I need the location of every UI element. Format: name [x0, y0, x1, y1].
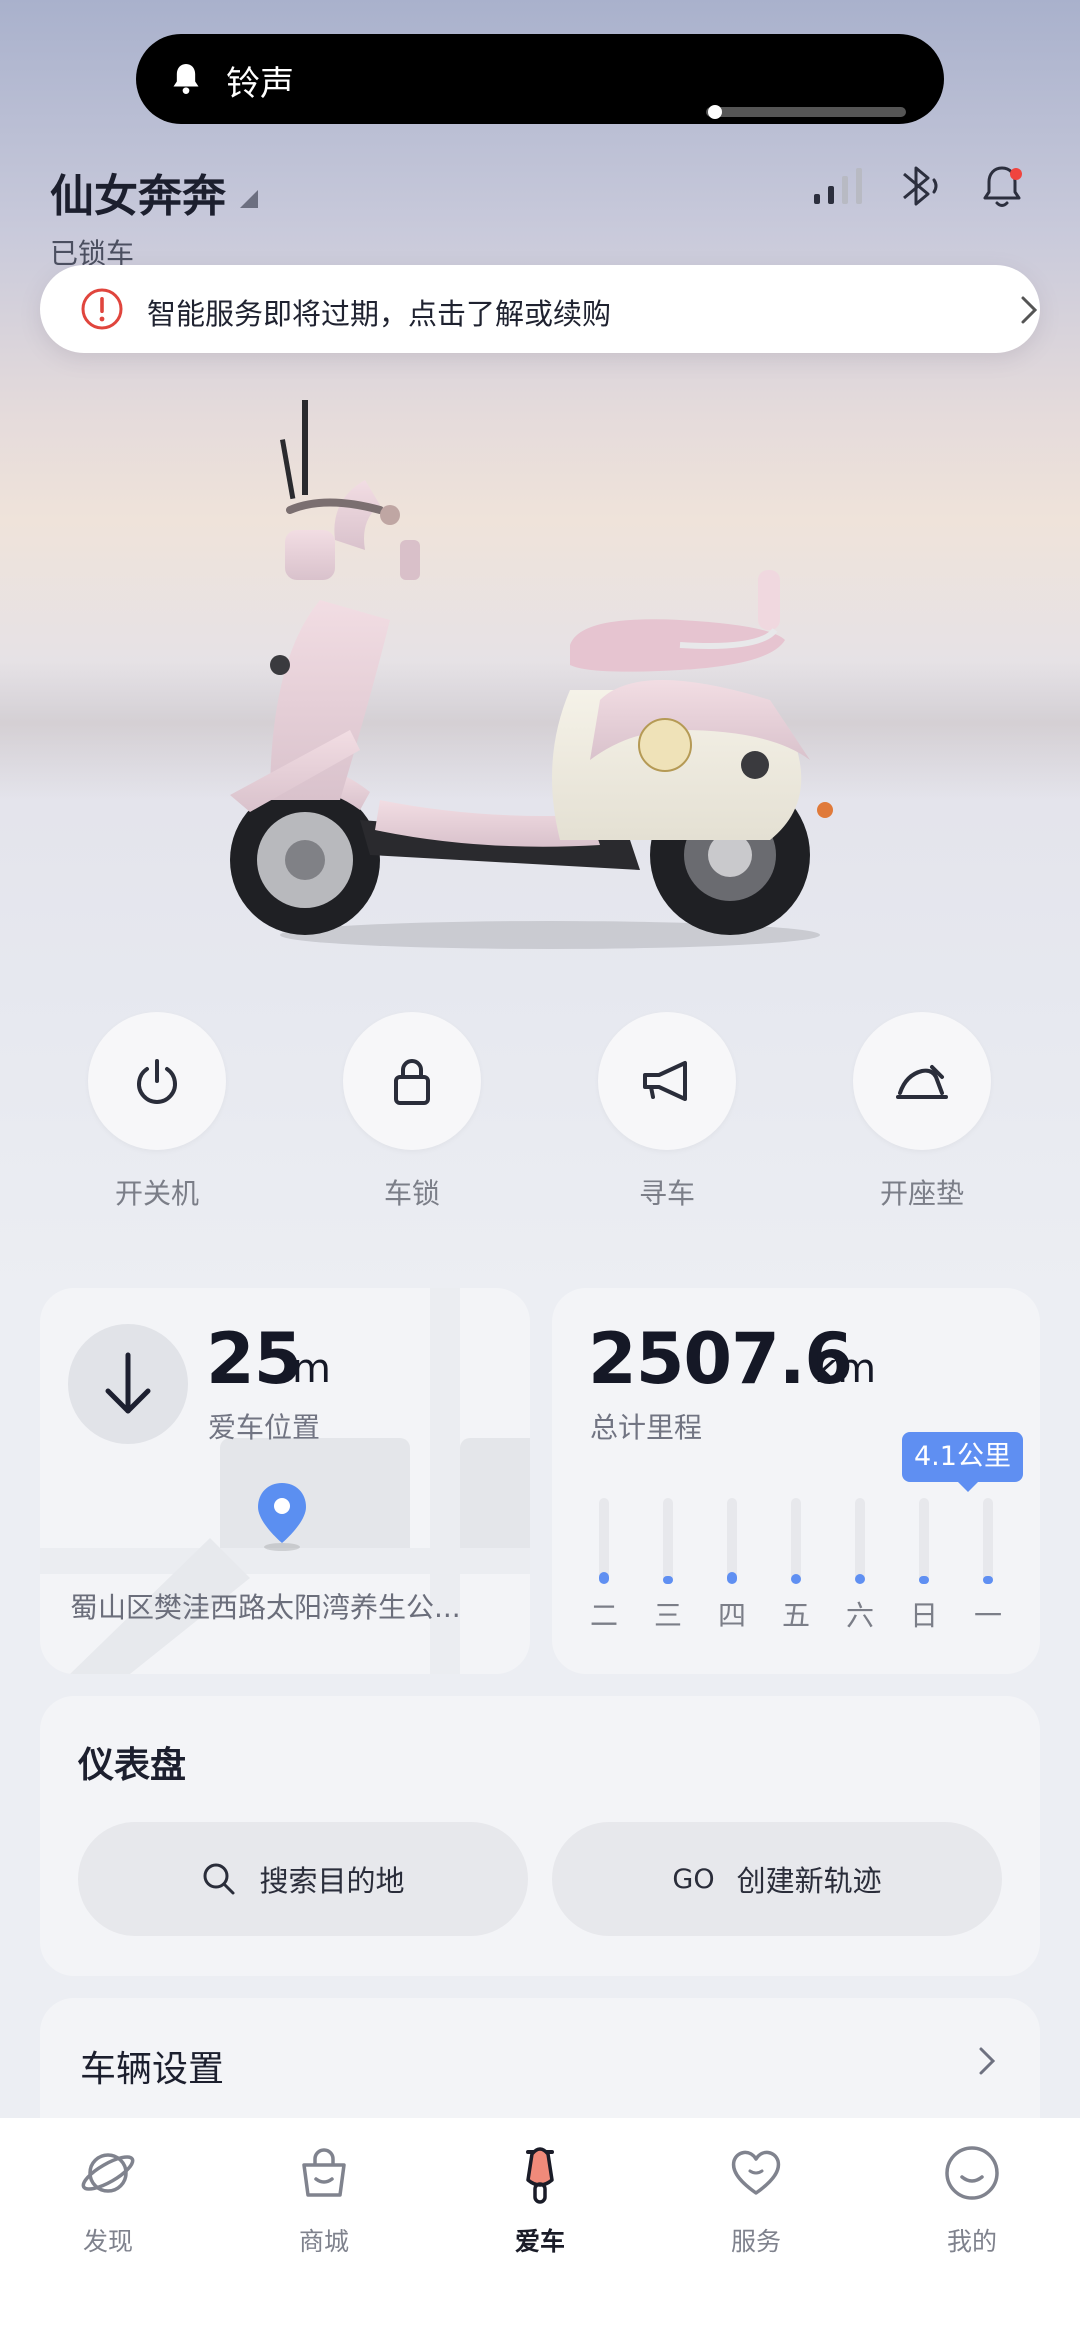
seat-icon	[896, 1065, 948, 1099]
mileage-day-label: 三	[653, 1599, 682, 1632]
location-pin-icon	[258, 1483, 306, 1551]
horn-icon	[643, 1061, 687, 1101]
ringtone-label: 铃声	[226, 64, 294, 104]
tab-my-vehicle-label: 爱车	[514, 2227, 565, 2256]
mileage-bar-track	[791, 1498, 801, 1584]
arrow-down-icon	[105, 1352, 151, 1414]
find-vehicle-control[interactable]: 寻车	[598, 1012, 736, 1210]
vehicle-settings-title: 车辆设置	[80, 2049, 225, 2090]
bell-icon	[173, 64, 199, 94]
tab-service[interactable]: 服务	[696, 2138, 816, 2258]
bluetooth-icon[interactable]	[890, 158, 946, 214]
signal-icon	[814, 168, 862, 204]
notification-bell-icon[interactable]	[976, 160, 1028, 212]
daily-mileage-tooltip: 4.1公里	[902, 1432, 1023, 1492]
mileage-bar-track	[855, 1498, 865, 1584]
scooter-icon	[526, 2147, 554, 2204]
mileage-value: 2507.6	[588, 1318, 853, 1400]
find-vehicle-label: 寻车	[638, 1177, 695, 1210]
tab-discover[interactable]: 发现	[48, 2138, 168, 2258]
mileage-bar	[599, 1572, 609, 1584]
tab-mine-label: 我的	[946, 2227, 997, 2256]
tab-service-label: 服务	[730, 2227, 781, 2256]
volume-track[interactable]	[706, 107, 906, 117]
bottom-tab-bar: 发现 商城 爱车 服务 我的	[0, 2118, 1080, 2347]
tab-discover-label: 发现	[82, 2227, 133, 2256]
heart-icon	[731, 2150, 781, 2195]
mileage-day-label: 六	[845, 1599, 874, 1632]
open-seat-control[interactable]: 开座垫	[853, 1012, 991, 1210]
mileage-bar	[727, 1572, 737, 1584]
create-track-label: 创建新轨迹	[736, 1864, 882, 1898]
volume-thumb[interactable]	[708, 105, 722, 119]
mileage-bar-track	[663, 1498, 673, 1584]
dashboard-card: 仪表盘 搜索目的地 GO 创建新轨迹	[40, 1696, 1040, 1976]
go-icon: GO	[672, 1863, 715, 1895]
banner-text: 智能服务即将过期，点击了解或续购	[147, 297, 612, 331]
lock-icon	[394, 1059, 430, 1105]
mileage-bar-track	[983, 1498, 993, 1584]
scooter-image	[230, 400, 833, 949]
chevron-right-icon	[1021, 296, 1038, 324]
distance-value: 25	[206, 1318, 302, 1400]
ringtone-island[interactable]: 铃声	[136, 34, 944, 124]
distance-unit: m	[292, 1346, 331, 1392]
mileage-bar	[983, 1576, 993, 1584]
search-destination-label: 搜索目的地	[259, 1864, 405, 1898]
direction-indicator	[68, 1324, 188, 1444]
daily-mileage-chart: 二三四五六日一	[572, 1498, 1022, 1658]
vehicle-switch-caret-icon[interactable]	[240, 190, 258, 208]
vehicle-name[interactable]: 仙女奔奔	[50, 160, 226, 224]
mileage-bar	[919, 1576, 929, 1584]
mileage-bar	[791, 1574, 801, 1584]
mileage-bar	[855, 1574, 865, 1584]
mileage-day-label: 二	[589, 1599, 618, 1632]
mileage-label: 总计里程	[590, 1411, 703, 1444]
bag-icon	[302, 2148, 346, 2197]
search-destination-button[interactable]: 搜索目的地	[78, 1822, 528, 1936]
power-label: 开关机	[114, 1177, 199, 1210]
tab-my-vehicle[interactable]: 爱车	[480, 2138, 600, 2258]
vehicle-address: 蜀山区樊洼西路太阳湾养生公...	[70, 1591, 461, 1624]
vehicle-location-card[interactable]: 25 m 爱车位置 蜀山区樊洼西路太阳湾养生公...	[40, 1288, 530, 1674]
mileage-day-label: 四	[717, 1599, 746, 1632]
service-expiry-banner[interactable]: 智能服务即将过期，点击了解或续购	[40, 265, 1040, 353]
mileage-bar	[663, 1576, 673, 1584]
dashboard-title: 仪表盘	[78, 1745, 187, 1786]
mileage-card[interactable]: 2507.6 km 总计里程 4.1公里 二 三 四 五 六 日 一	[552, 1288, 1040, 1674]
tab-mine[interactable]: 我的	[912, 2138, 1032, 2258]
tab-mall-label: 商城	[298, 2227, 349, 2256]
planet-icon	[81, 2153, 135, 2193]
mileage-day-label: 日	[909, 1599, 938, 1632]
power-icon	[137, 1059, 177, 1104]
tab-mall[interactable]: 商城	[264, 2138, 384, 2258]
mileage-day-label: 一	[973, 1599, 1002, 1632]
mileage-unit: km	[814, 1346, 877, 1392]
lock-control[interactable]: 车锁	[343, 1012, 481, 1210]
create-track-button[interactable]: GO 创建新轨迹	[552, 1822, 1002, 1936]
open-seat-label: 开座垫	[879, 1177, 964, 1210]
power-control[interactable]: 开关机	[88, 1012, 226, 1210]
mileage-bar-track	[919, 1498, 929, 1584]
warning-icon	[81, 288, 123, 330]
smile-icon	[945, 2146, 999, 2200]
chevron-right-icon	[979, 2047, 996, 2075]
search-icon	[203, 1863, 235, 1895]
mileage-day-label: 五	[781, 1599, 810, 1632]
location-label: 爱车位置	[208, 1411, 321, 1444]
lock-label: 车锁	[383, 1177, 440, 1210]
